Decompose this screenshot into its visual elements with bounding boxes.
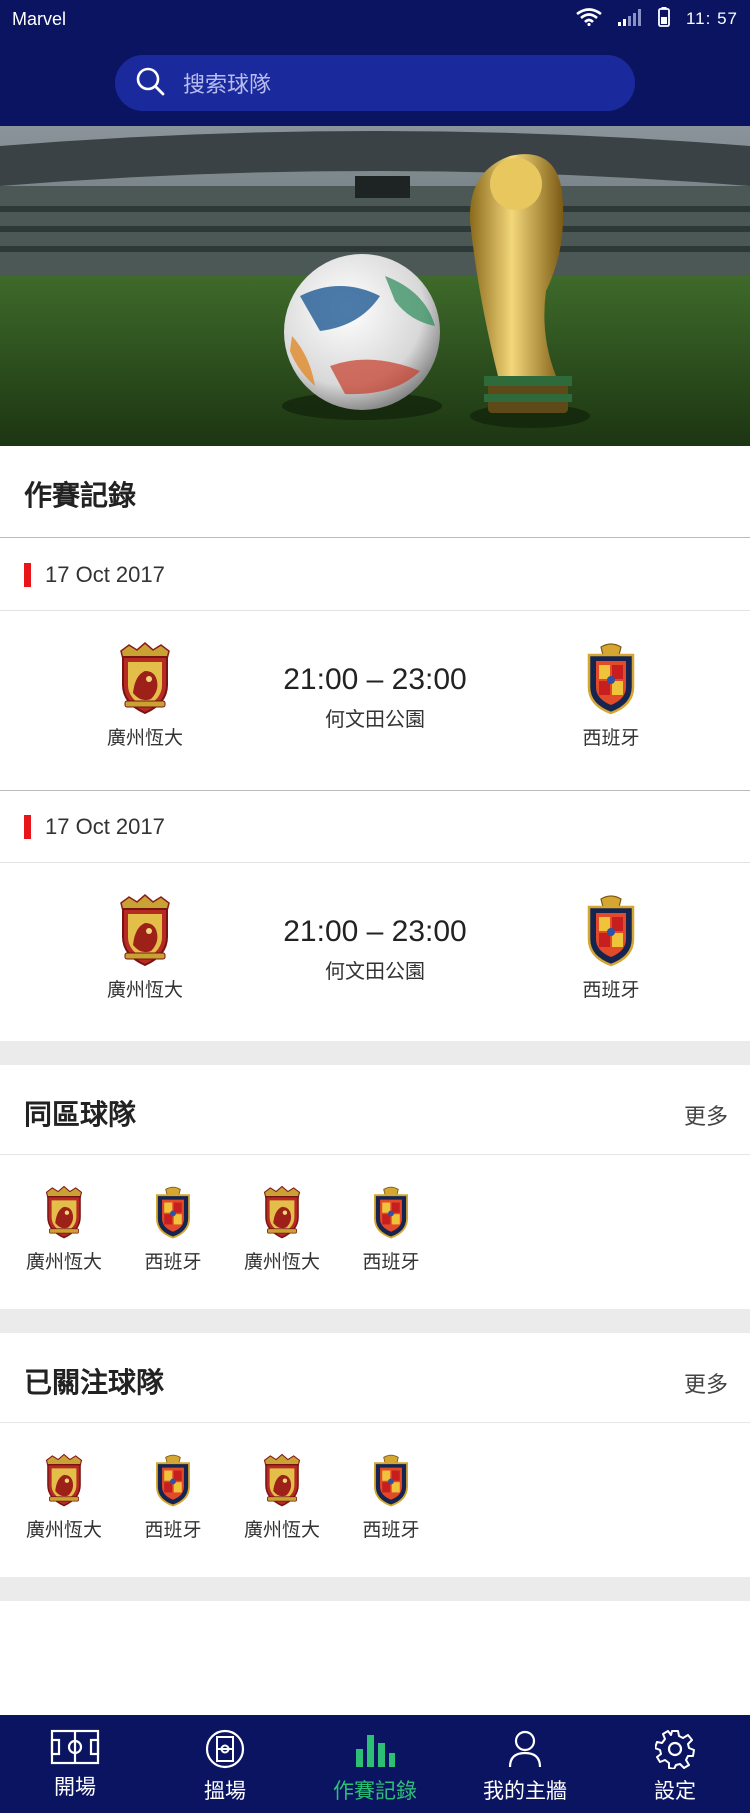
match-date: 17 Oct 2017 [45,561,165,587]
wifi-icon [576,8,602,30]
match-date-row: 17 Oct 2017 [0,539,750,611]
match-card[interactable]: 廣州恆大 21:00 – 23:00 何文田公園 西班牙 [0,863,750,1043]
team-item[interactable]: 廣州恆大 [14,1185,114,1274]
team-item[interactable]: 廣州恆大 [232,1453,332,1542]
away-team[interactable]: 西班牙 [551,641,671,750]
team-item[interactable]: 西班牙 [341,1185,441,1274]
followed-team-grid: 廣州恆大 西班牙 廣州恆大 西班牙 [0,1423,750,1577]
team-crest-icon [374,1454,408,1507]
tab-label: 設定 [654,1779,696,1803]
search-placeholder: 搜索球隊 [183,73,272,98]
team-name: 西班牙 [582,979,640,1001]
tab-label: 作賽記錄 [333,1779,417,1803]
section-gap [0,1041,750,1065]
match-time: 21:00 – 23:00 [283,663,467,696]
nearby-section-header: 同區球隊 更多 [0,1065,750,1155]
match-date-row: 17 Oct 2017 [0,791,750,863]
team-name: 廣州恆大 [25,1519,102,1541]
match-date: 17 Oct 2017 [45,813,165,839]
status-icons: 11: 57 [576,7,738,31]
user-icon [508,1730,542,1768]
bar-chart-icon [356,1735,395,1767]
section-title: 同區球隊 [24,1098,137,1131]
status-bar: Marvel 11: 57 [0,0,750,38]
team-name: 廣州恆大 [243,1251,320,1273]
signal-icon [617,8,642,30]
team-name: 西班牙 [144,1251,202,1273]
team-name: 西班牙 [144,1519,202,1541]
team-crest-icon [45,1185,83,1239]
tab-label: 開場 [54,1775,96,1799]
records-section-header: 作賽記錄 [0,446,750,538]
team-item[interactable]: 廣州恆大 [14,1453,114,1542]
hero-image [0,126,750,446]
team-crest-icon [120,642,170,714]
team-crest-icon [45,1453,83,1507]
search-icon [135,66,165,100]
team-crest-icon [156,1454,190,1507]
team-item[interactable]: 廣州恆大 [232,1185,332,1274]
hero-banner[interactable] [0,126,750,446]
stadium-icon [205,1729,245,1769]
team-crest-icon [587,894,635,967]
team-item[interactable]: 西班牙 [341,1453,441,1542]
team-crest-icon [263,1185,301,1239]
match-card[interactable]: 廣州恆大 21:00 – 23:00 何文田公園 西班牙 [0,611,750,791]
gear-icon [655,1730,695,1769]
tab-kickoff[interactable]: 開場 [0,1715,150,1813]
tab-settings[interactable]: 設定 [600,1715,750,1813]
carrier-name: Marvel [12,8,67,29]
team-crest-icon [156,1186,190,1239]
search-input[interactable]: 搜索球隊 [115,55,635,111]
battery-icon [658,7,670,31]
team-crest-icon [120,894,170,966]
section-title: 作賽記錄 [24,479,137,512]
team-name: 西班牙 [362,1519,420,1541]
tab-label: 搵場 [204,1779,246,1803]
team-name: 西班牙 [582,727,640,749]
match-venue: 何文田公園 [325,959,425,983]
section-gap [0,1577,750,1601]
section-title: 已關注球隊 [24,1366,165,1399]
away-team[interactable]: 西班牙 [551,893,671,1002]
more-link[interactable]: 更多 [684,1099,728,1131]
section-gap [0,1309,750,1333]
team-item[interactable]: 西班牙 [123,1185,223,1274]
team-crest-icon [263,1453,301,1507]
tab-label: 我的主牆 [483,1779,567,1803]
team-name: 廣州恆大 [25,1251,102,1273]
more-link[interactable]: 更多 [684,1367,728,1399]
team-crest-icon [587,642,635,715]
team-item[interactable]: 西班牙 [123,1453,223,1542]
match-venue: 何文田公園 [325,707,425,731]
tab-my-wall[interactable]: 我的主牆 [450,1715,600,1813]
team-name: 西班牙 [362,1251,420,1273]
bottom-tab-bar: 開場 搵場 作賽記錄 我的主牆 設定 [0,1715,750,1813]
home-team[interactable]: 廣州恆大 [85,641,205,750]
team-name: 廣州恆大 [243,1519,320,1541]
followed-section-header: 已關注球隊 更多 [0,1333,750,1423]
team-crest-icon [374,1186,408,1239]
header: 搜索球隊 [0,38,750,126]
nearby-team-grid: 廣州恆大 西班牙 廣州恆大 西班牙 [0,1155,750,1309]
date-marker [24,814,31,839]
date-marker [24,562,31,587]
pitch-icon [50,1729,100,1765]
clock: 11: 57 [685,9,738,28]
tab-match-records[interactable]: 作賽記錄 [300,1715,450,1813]
team-name: 廣州恆大 [106,727,183,749]
match-time: 21:00 – 23:00 [283,915,467,948]
home-team[interactable]: 廣州恆大 [85,893,205,1002]
tab-find-venue[interactable]: 搵場 [150,1715,300,1813]
team-name: 廣州恆大 [106,979,183,1001]
